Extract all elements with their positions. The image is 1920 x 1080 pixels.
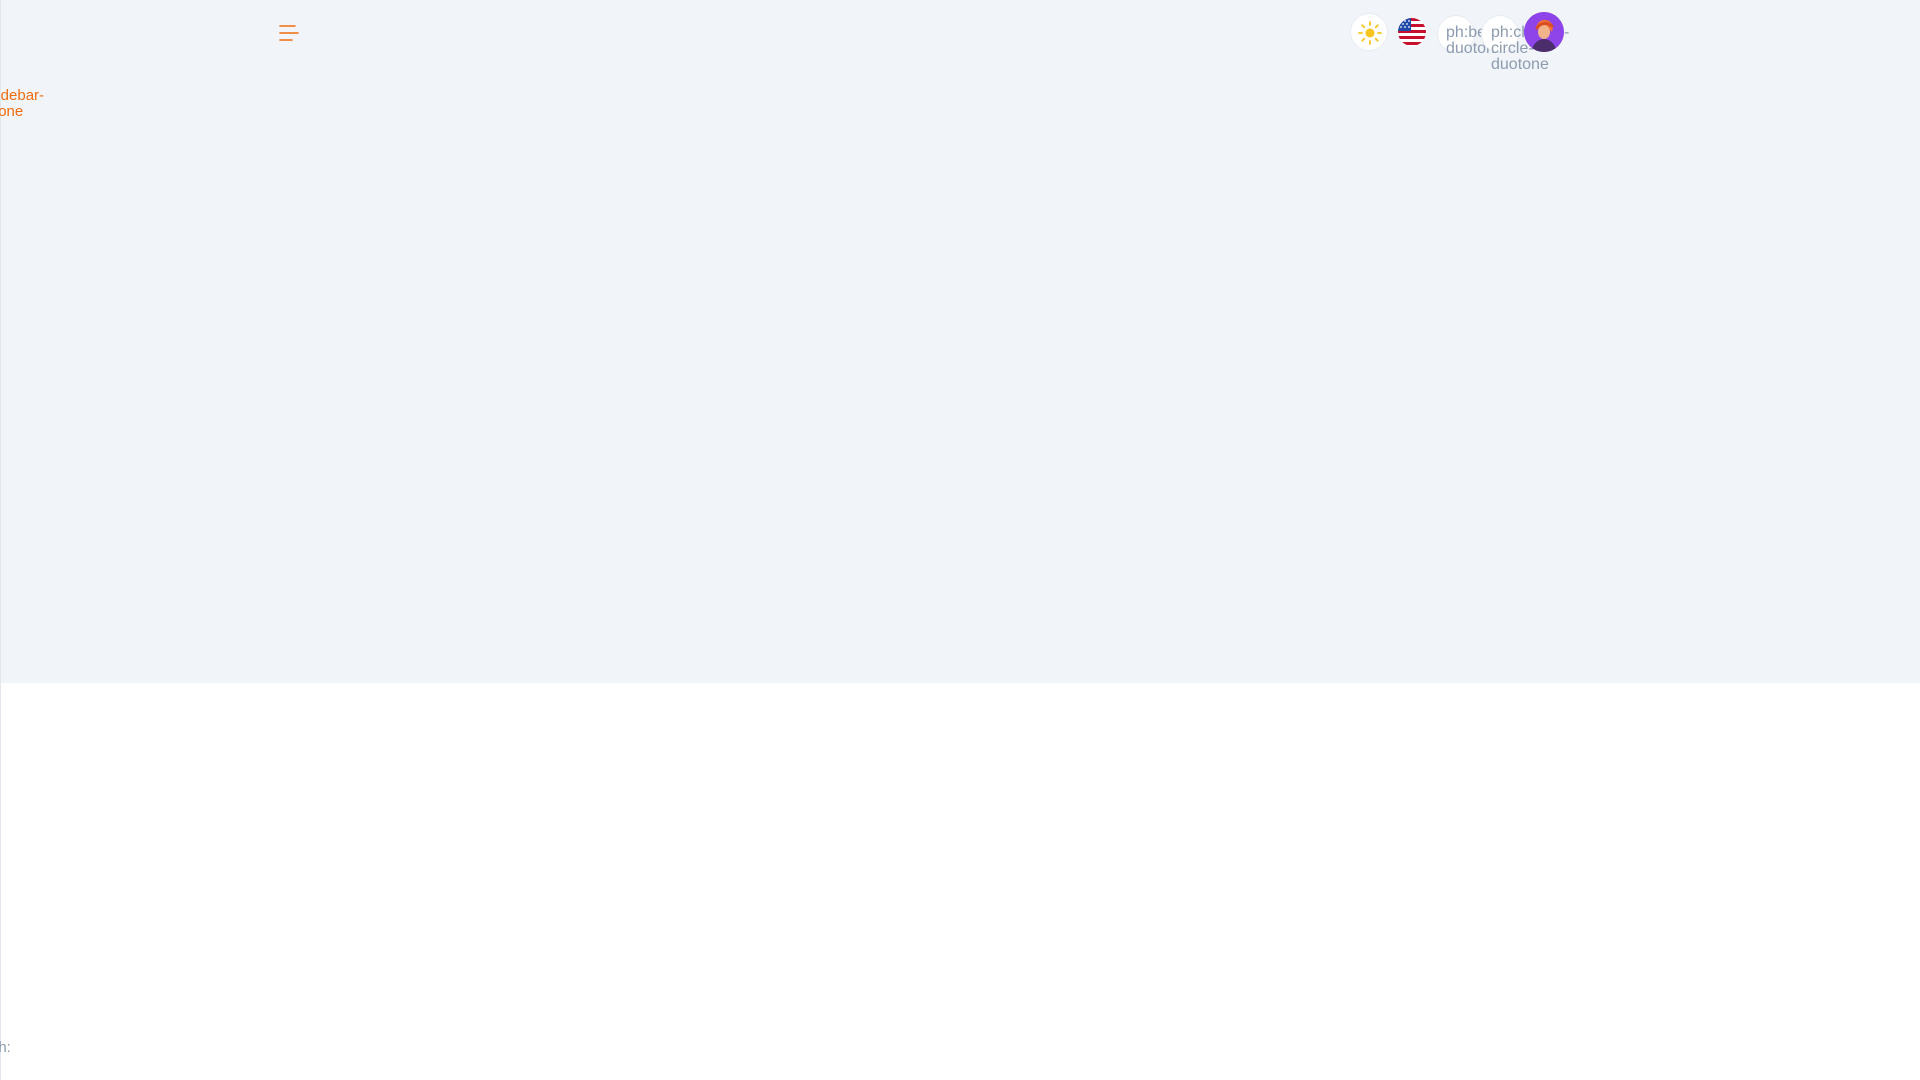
avatar-broken-label: - bbox=[1564, 24, 1570, 41]
sun-icon bbox=[1358, 21, 1382, 45]
us-flag-icon bbox=[1398, 18, 1426, 46]
user-avatar[interactable] bbox=[1524, 12, 1564, 52]
sidebar-broken-icon-label: ph:sidebar- duotone bbox=[0, 87, 45, 120]
header-actions: ph:bell- duotone ph:chat- circle- duoton… bbox=[1345, 11, 1580, 73]
theme-toggle-button[interactable] bbox=[1350, 13, 1388, 51]
hamburger-menu-icon[interactable] bbox=[277, 21, 301, 45]
dashboard-header-background bbox=[0, 0, 1920, 683]
language-selector-button[interactable] bbox=[1397, 17, 1427, 47]
sidebar-edge-divider bbox=[0, 0, 1, 1080]
user-avatar-icon bbox=[1524, 12, 1564, 52]
footer-broken-icon-label: ph: bbox=[0, 1039, 11, 1056]
app-page: ph:sidebar- duotone bbox=[0, 0, 1920, 1080]
